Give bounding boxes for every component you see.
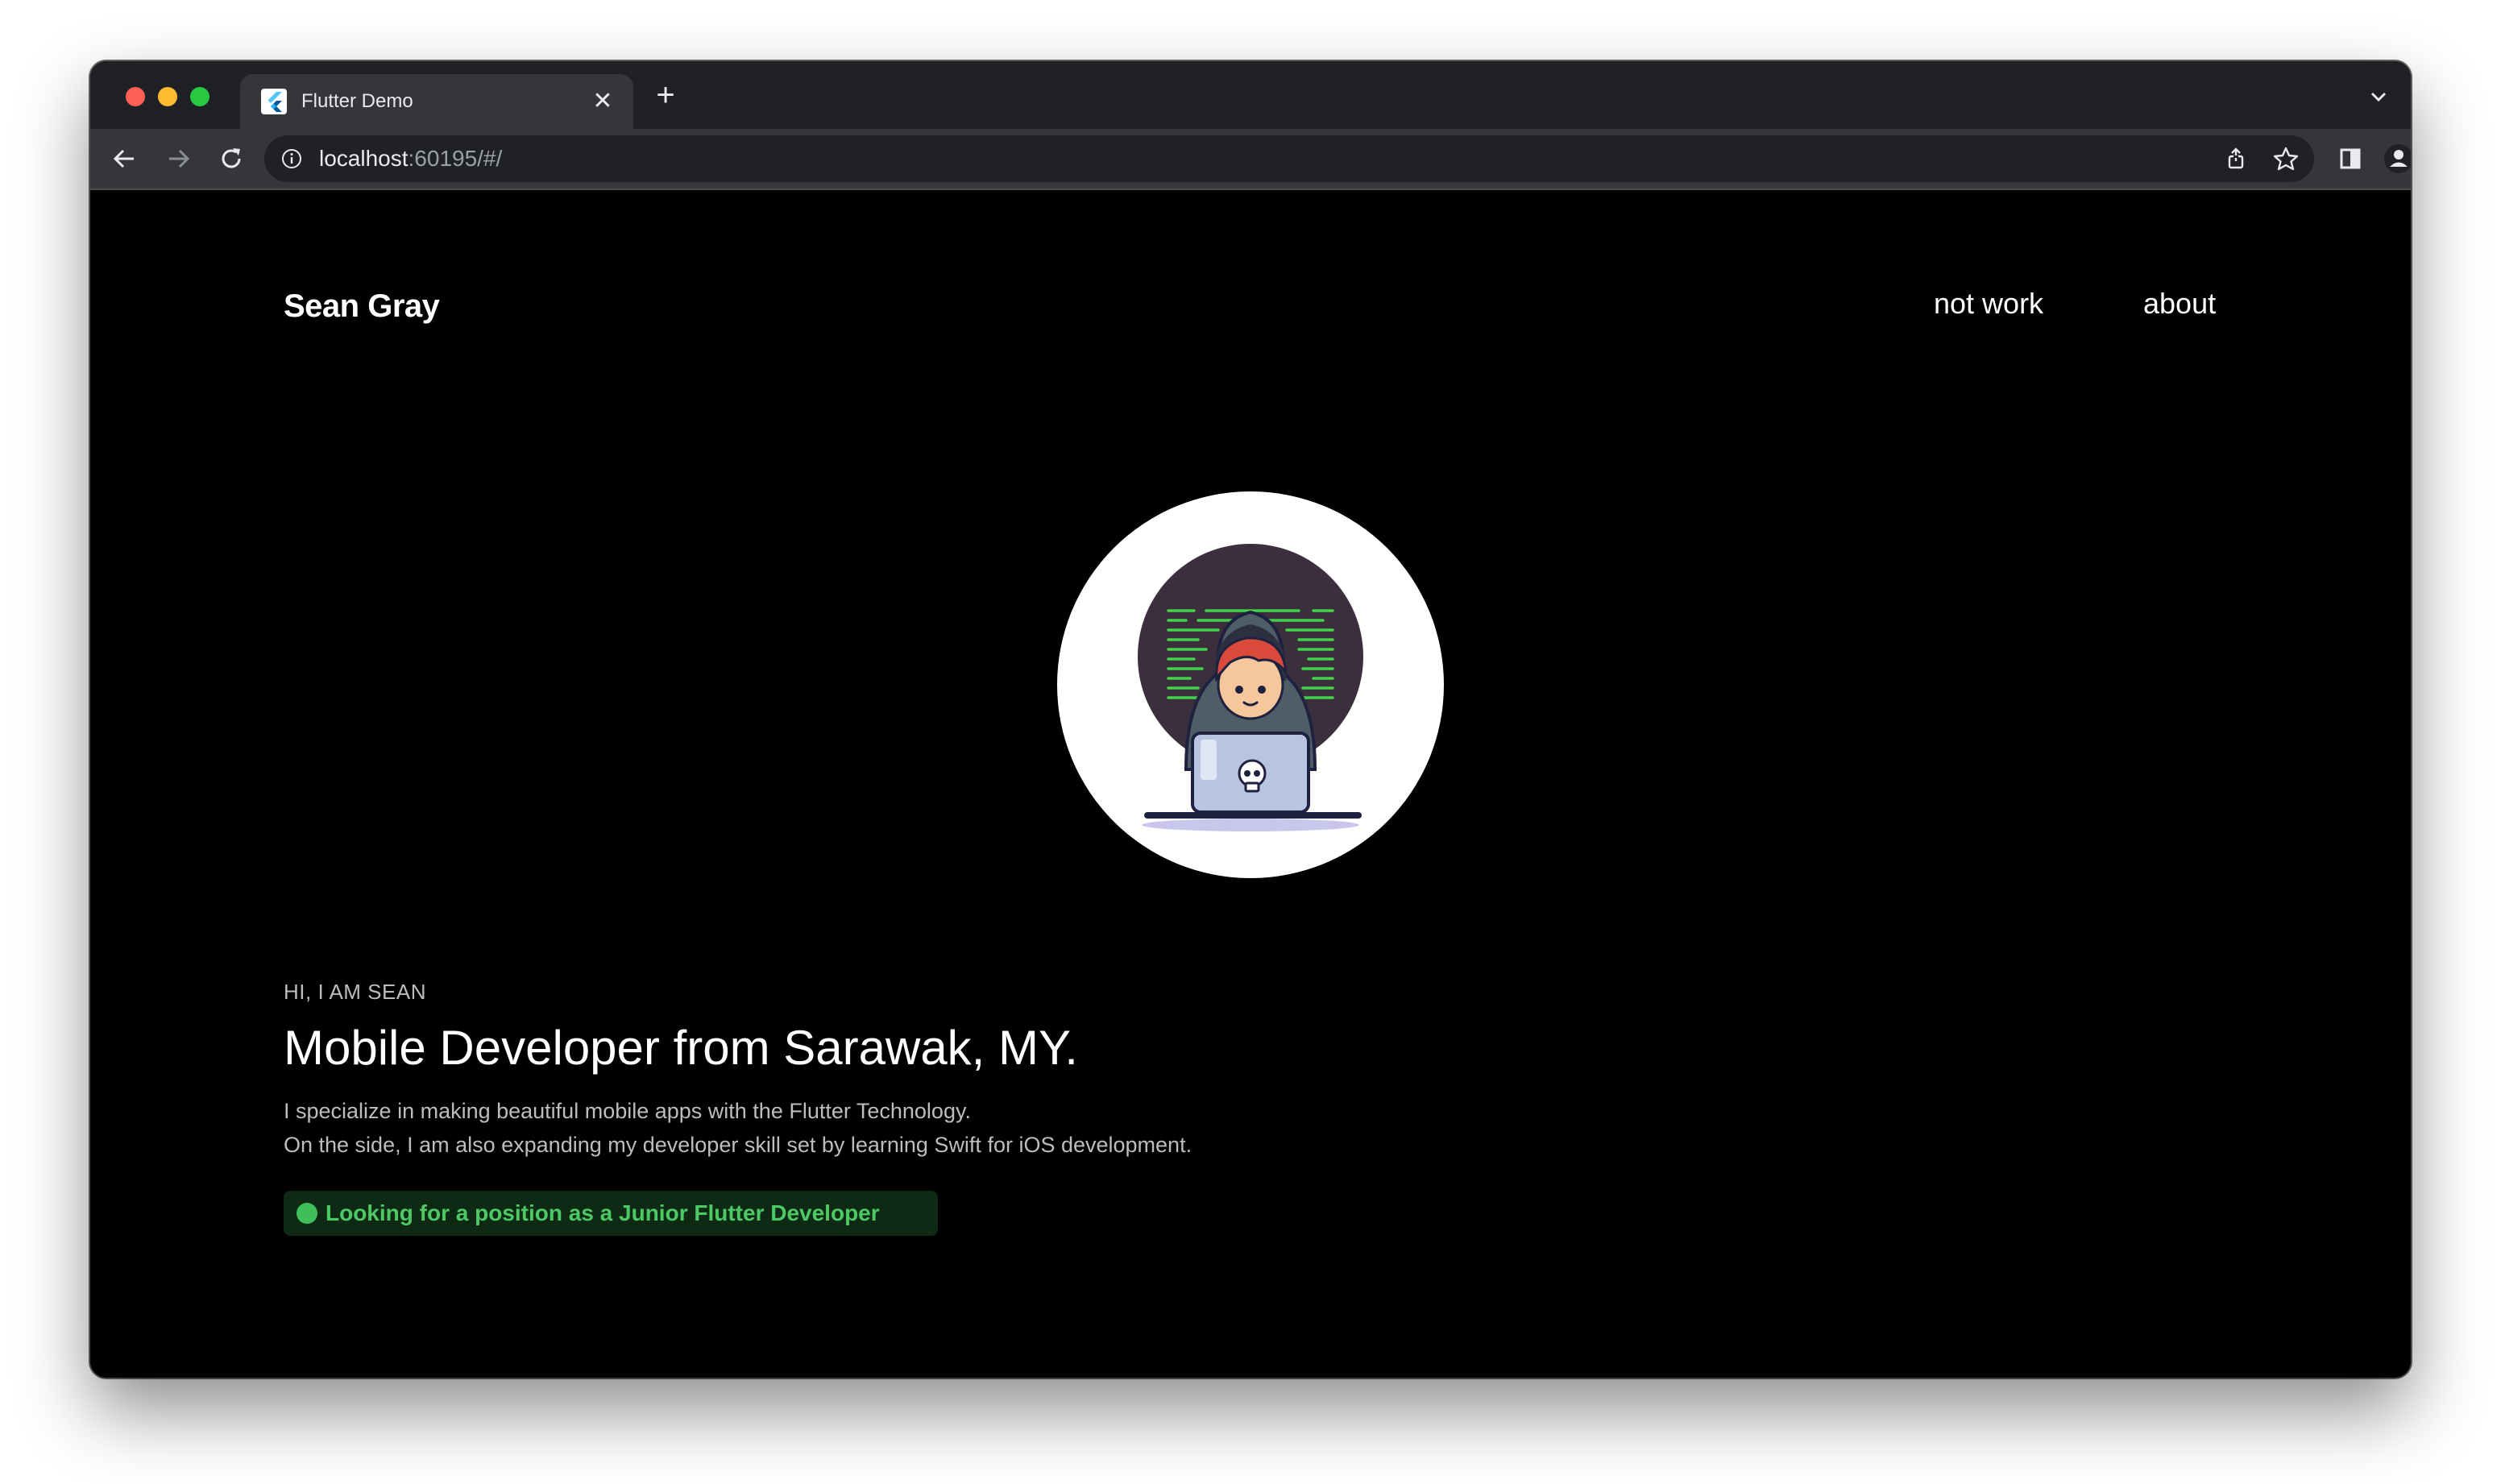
reload-icon[interactable] (213, 140, 250, 177)
url-host: localhost (319, 146, 409, 171)
close-tab-icon[interactable]: ✕ (587, 85, 619, 118)
share-icon[interactable] (2222, 145, 2250, 172)
tab-title: Flutter Demo (301, 90, 413, 112)
minimize-window-button[interactable] (158, 87, 177, 106)
side-panel-icon[interactable] (2335, 143, 2366, 174)
browser-toolbar: localhost:60195/#/ (90, 129, 2411, 190)
flutter-icon (261, 89, 287, 114)
bio-line-1: I specialize in making beautiful mobile … (284, 1099, 971, 1123)
web-page: Sean Gray not work about HI, I AM SEAN M… (90, 190, 2411, 1378)
forward-icon[interactable] (160, 140, 197, 177)
status-dot-icon (297, 1203, 317, 1224)
tab-flutter-demo[interactable]: Flutter Demo ✕ (240, 74, 633, 129)
hero-headline: Mobile Developer from Sarawak, MY. (284, 1021, 1078, 1075)
chevron-down-icon[interactable] (2364, 82, 2393, 111)
hacker-avatar-illustration (1057, 491, 1444, 878)
maximize-window-button[interactable] (190, 87, 209, 106)
url-path: :60195/#/ (408, 146, 503, 171)
address-bar[interactable]: localhost:60195/#/ (264, 135, 2314, 182)
site-brand[interactable]: Sean Gray (284, 288, 440, 325)
info-icon[interactable] (280, 147, 303, 170)
nav-link-about[interactable]: about (2143, 287, 2216, 321)
tab-strip: Flutter Demo ✕ + (90, 61, 2411, 129)
browser-window: Flutter Demo ✕ + localhost:60195/#/ Sean… (90, 61, 2411, 1378)
new-tab-button[interactable]: + (648, 77, 683, 113)
back-icon[interactable] (106, 140, 143, 177)
status-badge: Looking for a position as a Junior Flutt… (284, 1191, 938, 1236)
bio-line-2: On the side, I am also expanding my deve… (284, 1133, 1192, 1157)
url-text: localhost:60195/#/ (319, 146, 502, 172)
bookmark-star-icon[interactable] (2272, 145, 2300, 172)
greeting-text: HI, I AM SEAN (284, 980, 426, 1004)
status-text: Looking for a position as a Junior Flutt… (326, 1200, 880, 1225)
close-window-button[interactable] (126, 87, 145, 106)
nav-link-not-work[interactable]: not work (1934, 287, 2043, 321)
profile-avatar-icon[interactable] (2383, 143, 2411, 174)
